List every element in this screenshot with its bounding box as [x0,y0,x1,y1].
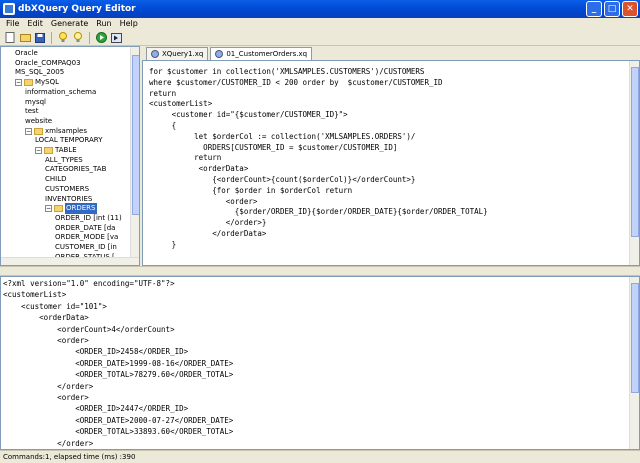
open-folder-icon[interactable] [19,32,31,44]
close-button[interactable]: ✕ [622,1,638,17]
window-title: dbXQuery Query Editor [18,4,136,14]
result-line: <ORDER_TOTAL>33893.60</ORDER_TOTAL> [3,427,234,437]
title-bar: dbXQuery Query Editor _ □ ✕ [0,0,640,18]
result-line: </order> [3,438,94,448]
result-line: <customerList> [3,290,67,300]
menu-edit[interactable]: Edit [23,18,47,29]
code-line: {for $order in $orderCol return [149,185,353,195]
result-line: <customer id="101"> [3,301,107,311]
xquery-file-icon [151,50,159,58]
step-icon[interactable] [110,32,122,44]
folder-icon [34,127,43,135]
code-line: {<orderCount>{count($orderCol)}</orderCo… [149,175,416,184]
code-line: <customer id="{$customer/CUSTOMER_ID}"> [149,110,348,120]
tab-label: 01_CustomerOrders.xq [226,50,308,58]
code-line: {$order/ORDER_ID}{$order/ORDER_DATE}{$or… [149,207,488,217]
folder-icon [54,205,63,213]
result-line: <?xml version="1.0" encoding="UTF-8"?> [3,279,175,288]
result-line: <ORDER_DATE>2000-07-27</ORDER_DATE> [3,415,234,425]
menu-run[interactable]: Run [92,18,115,29]
result-scroll-thumb[interactable] [631,283,639,393]
code-line: </orderData> [149,229,267,238]
run-icon[interactable] [95,32,107,44]
expand-toggle-icon[interactable]: − [35,147,42,154]
toolbar-separator [89,31,90,44]
code-line: { [149,121,177,130]
tree-scroll-thumb[interactable] [132,55,139,215]
code-line: </order>} [149,218,267,228]
result-vertical-scrollbar[interactable] [629,277,639,449]
code-line: for $customer in collection('XMLSAMPLES.… [149,67,425,76]
bulb-icon[interactable] [72,32,84,44]
menu-help[interactable]: Help [116,18,142,29]
save-icon[interactable] [34,32,46,44]
status-bar: Commands:1, elapsed time (ms) :390 [0,450,640,463]
menu-bar: File Edit Generate Run Help [0,18,640,29]
new-file-icon[interactable] [4,32,16,44]
folder-icon [24,79,33,87]
menu-generate[interactable]: Generate [47,18,92,29]
editor-tab-bar: XQuery1.xq 01_CustomerOrders.xq [142,46,640,60]
result-line: <ORDER_ID>2458</ORDER_ID> [3,347,189,357]
result-line: </order> [3,381,94,391]
maximize-button[interactable]: □ [604,1,620,17]
folder-icon [44,147,53,154]
tab-label: XQuery1.xq [162,50,204,58]
code-line: <order> [149,196,258,206]
result-line: <order> [3,336,89,345]
result-line: <order> [3,393,89,402]
status-text: Commands:1, elapsed time (ms) :390 [3,453,136,461]
editor-scroll-thumb[interactable] [631,67,639,237]
code-line: where $customer/CUSTOMER_ID < 200 order … [149,77,443,87]
result-pane[interactable]: <?xml version="1.0" encoding="UTF-8"?> <c… [0,276,640,450]
result-line: <ORDER_TOTAL>78279.60</ORDER_TOTAL> [3,370,234,380]
code-line: return [149,153,222,163]
tab-xquery1[interactable]: XQuery1.xq [146,47,209,60]
result-line: <ORDER_DATE>1999-08-16</ORDER_DATE> [3,358,234,368]
hint-icon[interactable] [57,32,69,44]
result-line: <ORDER_ID>2447</ORDER_ID> [3,404,189,414]
tree-horizontal-scrollbar[interactable] [1,257,139,265]
database-tree[interactable]: Oracle Oracle_COMPAQ03 MS_SQL_2005− MySQL in… [0,46,140,266]
menu-file[interactable]: File [2,18,23,29]
toolbar [0,30,640,46]
expand-toggle-icon[interactable]: − [15,79,22,87]
editor-vertical-scrollbar[interactable] [629,61,639,265]
result-line: <orderCount>4</orderCount> [3,324,175,334]
expand-toggle-icon[interactable]: − [45,205,52,213]
code-line: let $orderCol := collection('XMLSAMPLES.… [149,131,416,141]
code-line: <orderData> [149,164,249,174]
expand-toggle-icon[interactable]: − [25,127,32,135]
code-line: } [149,239,177,249]
toolbar-separator [51,31,52,44]
result-line: <orderData> [3,313,89,323]
pane-splitter[interactable] [0,266,640,276]
code-line: return [149,88,177,98]
code-line: ORDERS[CUSTOMER_ID = $customer/CUSTOMER_… [149,142,398,152]
app-icon [3,3,15,15]
tree-vertical-scrollbar[interactable] [130,47,139,257]
xquery-file-icon [215,50,224,58]
query-editor[interactable]: for $customer in collection('XMLSAMPLES.… [142,60,640,266]
code-line: <customerList> [149,99,213,109]
minimize-button[interactable]: _ [586,1,602,17]
tab-customer-orders[interactable]: 01_CustomerOrders.xq [210,47,313,60]
